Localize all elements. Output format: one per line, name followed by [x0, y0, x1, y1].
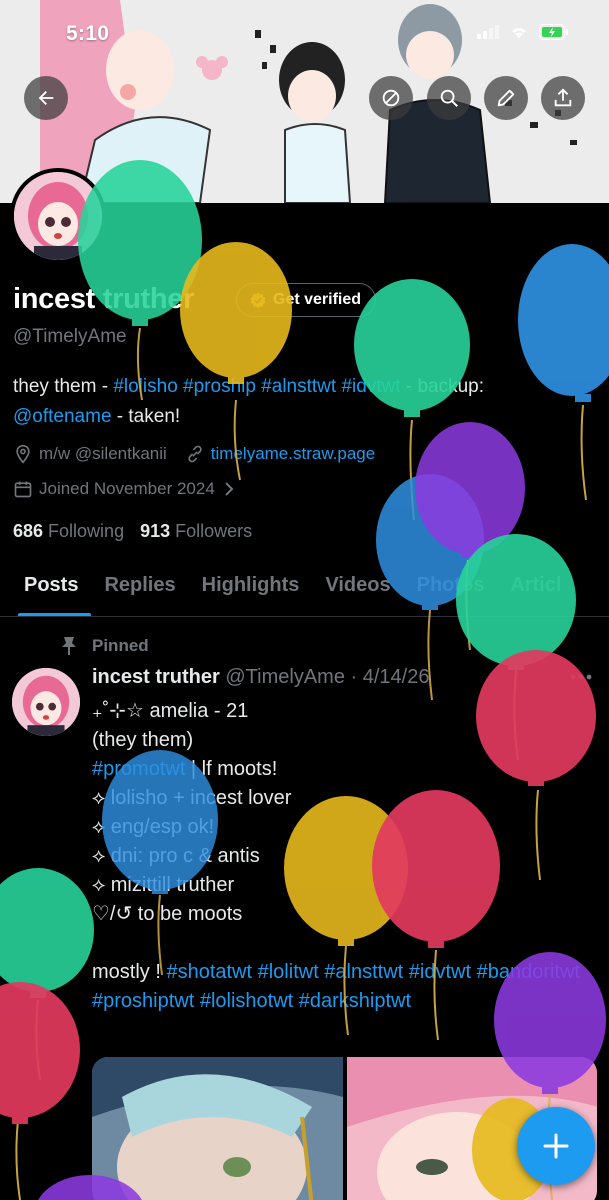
ban-icon: [382, 89, 400, 107]
post-header: incest truther @TimelyAme · 4/14/26: [92, 666, 429, 689]
profile-avatar[interactable]: [10, 168, 106, 264]
post-hashtag[interactable]: #promotwt: [92, 758, 185, 780]
profile-bio: they them - #lolisho #proship #alnsttwt …: [13, 372, 573, 432]
following-label: Following: [48, 521, 125, 541]
following-count: 686: [13, 521, 44, 541]
battery-icon: [539, 24, 569, 45]
search-button[interactable]: [427, 76, 471, 120]
post-separator: ·: [344, 666, 363, 688]
followers-link[interactable]: 913 Followers: [140, 521, 252, 542]
followers-label: Followers: [175, 521, 253, 541]
balloon: [0, 982, 80, 1200]
bio-text-mid: - backup:: [400, 376, 485, 397]
profile-meta-row: m/w @silentkanii timelyame.straw.page: [13, 444, 375, 464]
pencil-icon: [497, 89, 515, 107]
post-hashtags: mostly ! #shotatwt #lolitwt #alnsttwt #i…: [92, 958, 592, 1016]
tab-replies[interactable]: Replies: [91, 560, 188, 616]
tab-posts[interactable]: Posts: [0, 560, 92, 616]
chevron-right-icon: [225, 482, 234, 496]
tab-photos[interactable]: Photos: [404, 560, 498, 616]
bio-text: they them -: [13, 376, 114, 397]
post-line: ⟡ mizittill truther: [92, 874, 235, 896]
plus-icon: [543, 1133, 569, 1159]
post-date[interactable]: 4/14/26: [363, 666, 430, 688]
post-line: #promotwt | lf moots!: [92, 755, 592, 784]
post-line-rest: | lf moots!: [185, 758, 278, 780]
get-verified-label: Get verified: [273, 291, 362, 308]
post-author-name[interactable]: incest truther: [92, 666, 220, 688]
signal-icon: [477, 25, 499, 44]
post-line: ₊˚⊹☆ amelia - 21: [92, 700, 249, 722]
back-button[interactable]: [24, 76, 68, 120]
follow-stats: 686 Following 913 Followers: [13, 521, 252, 542]
more-dots-icon: [570, 674, 592, 680]
share-button[interactable]: [541, 76, 585, 120]
calendar-icon: [14, 481, 32, 498]
profile-website-link[interactable]: timelyame.straw.page: [211, 444, 375, 464]
followers-count: 913: [140, 521, 171, 541]
pinned-indicator: Pinned: [60, 636, 149, 656]
location-pin-icon: [16, 444, 30, 464]
profile-joined-row[interactable]: Joined November 2024: [13, 479, 235, 499]
post-author-handle[interactable]: @TimelyAme: [225, 666, 345, 688]
post-more-button[interactable]: [570, 660, 592, 686]
tab-videos[interactable]: Videos: [312, 560, 403, 616]
post-line: ♡/↺ to be moots: [92, 903, 243, 925]
arrow-left-icon: [38, 91, 54, 105]
tab-highlights[interactable]: Highlights: [189, 560, 313, 616]
get-verified-button[interactable]: Get verified: [236, 283, 377, 317]
share-icon: [554, 88, 572, 107]
block-button[interactable]: [369, 76, 413, 120]
balloon: [0, 868, 94, 1081]
link-icon: [188, 445, 202, 463]
post-line: ⟡ lolisho + incest lover: [92, 787, 292, 809]
post-author-avatar[interactable]: [12, 668, 80, 736]
post-line: (they them): [92, 729, 194, 751]
status-icons: [477, 24, 569, 45]
profile-joined-date: Joined November 2024: [39, 479, 215, 498]
post-line: ⟡ eng/esp ok!: [92, 816, 215, 838]
pin-icon: [62, 637, 76, 655]
profile-location: m/w @silentkanii: [39, 444, 167, 463]
profile-handle: @TimelyAme: [13, 326, 127, 347]
verified-badge-icon: [250, 292, 266, 309]
profile-banner[interactable]: 5:10: [0, 0, 609, 203]
status-time: 5:10: [66, 22, 110, 45]
post-hashtag-list[interactable]: #shotatwt #lolitwt #alnsttwt #idvtwt #ba…: [92, 961, 580, 1012]
display-name: incest truther: [13, 283, 195, 315]
search-icon: [440, 89, 458, 107]
post-tags-prefix: mostly !: [92, 961, 167, 983]
bio-backup-mention[interactable]: @oftename: [13, 406, 112, 427]
following-link[interactable]: 686 Following: [13, 521, 124, 542]
pinned-label: Pinned: [92, 636, 149, 655]
tab-articles[interactable]: Articl: [497, 560, 574, 616]
profile-tabs: Posts Replies Highlights Videos Photos A…: [0, 560, 609, 617]
edit-button[interactable]: [484, 76, 528, 120]
wifi-icon: [509, 25, 529, 44]
compose-post-button[interactable]: [517, 1107, 595, 1185]
bio-text-post: - taken!: [111, 406, 181, 427]
bio-hashtags[interactable]: #lolisho #proship #alnsttwt #idvtwt: [113, 376, 400, 397]
post-text: ₊˚⊹☆ amelia - 21 (they them) #promotwt | l…: [92, 697, 592, 929]
post-image-1[interactable]: [92, 1057, 343, 1200]
post-line: ⟡ dni: pro c & antis: [92, 845, 260, 867]
